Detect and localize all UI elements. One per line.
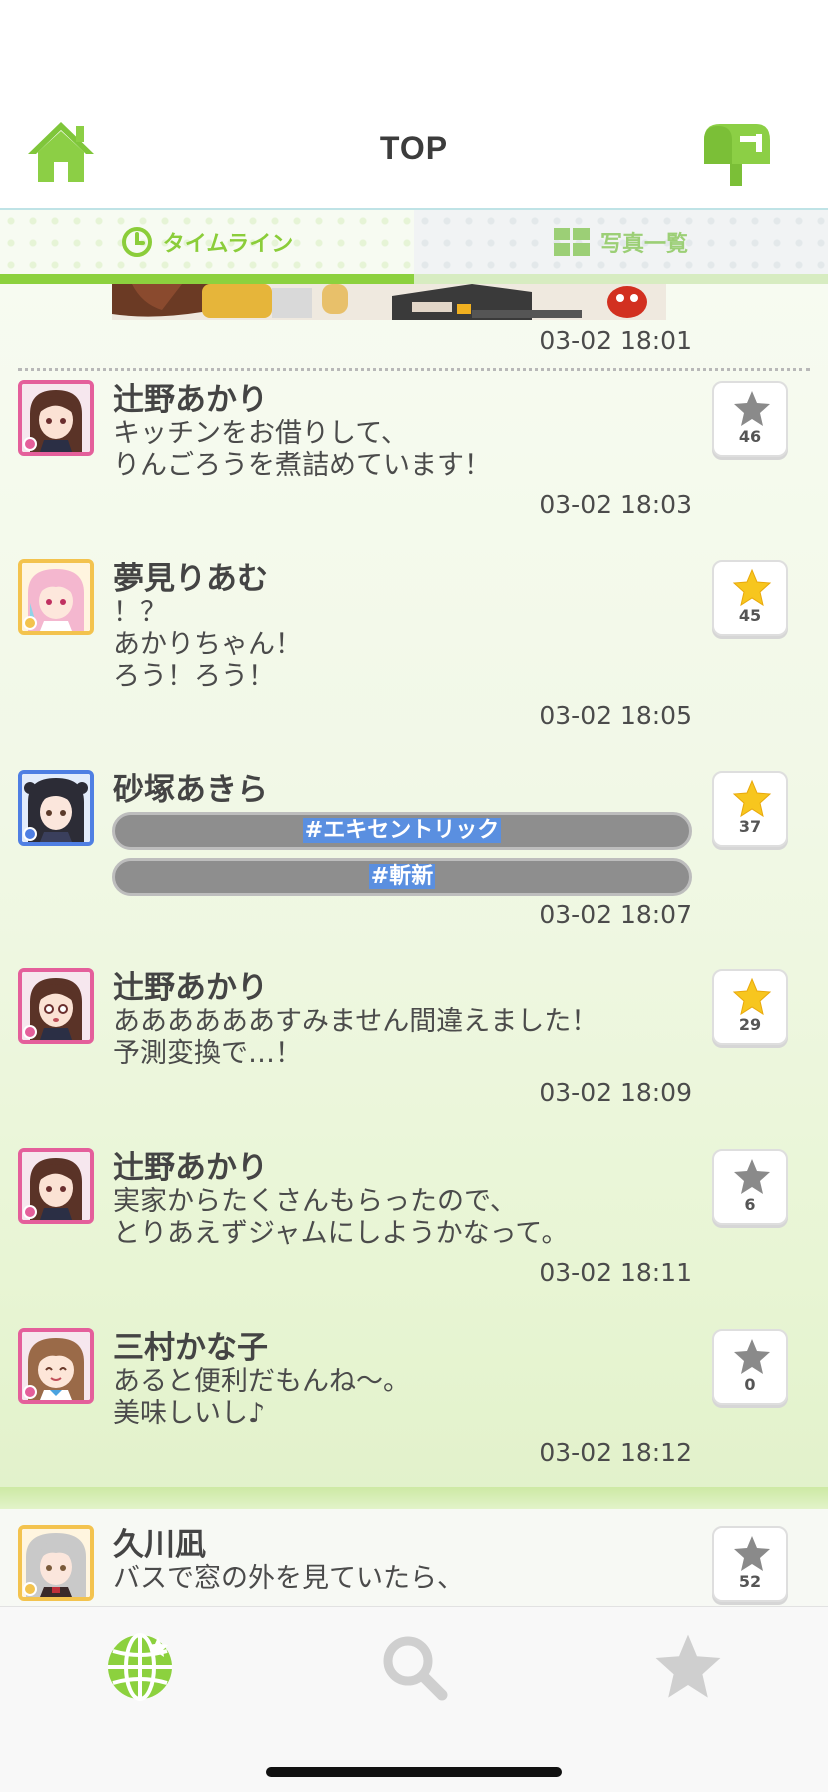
star-icon bbox=[732, 779, 772, 818]
favorite-button[interactable]: 0 bbox=[712, 1329, 788, 1405]
poster-name: 辻野あかり bbox=[113, 970, 268, 1006]
favorite-button[interactable]: 29 bbox=[712, 969, 788, 1045]
favorite-count: 46 bbox=[738, 427, 762, 446]
post-text: キッチンをお借りして、 りんごろうを煮詰めています！ bbox=[113, 418, 491, 481]
poster-name: 久川凪 bbox=[113, 1527, 206, 1563]
post-text: あると便利だもんね～。 美味しいし♪ bbox=[113, 1366, 410, 1429]
favorite-button[interactable]: 52 bbox=[712, 1526, 788, 1602]
bottom-tab-bar bbox=[0, 1606, 828, 1792]
favorite-count: 52 bbox=[738, 1572, 762, 1591]
tab-photos-label: 写真一覧 bbox=[599, 232, 688, 257]
poster-name: 砂塚あきら bbox=[113, 772, 268, 808]
star-icon bbox=[734, 1159, 770, 1194]
globe-icon bbox=[108, 1633, 172, 1701]
star-icon bbox=[732, 977, 772, 1016]
favorite-button[interactable]: 37 bbox=[712, 771, 788, 847]
rank-badge bbox=[23, 437, 37, 451]
avatar[interactable] bbox=[18, 968, 94, 1044]
favorite-count: 0 bbox=[744, 1375, 756, 1394]
post-timestamp: 03-02 18:05 bbox=[539, 701, 692, 730]
grid-icon bbox=[553, 228, 590, 256]
rank-badge bbox=[23, 616, 37, 630]
rank-badge bbox=[23, 1205, 37, 1219]
favorite-count: 37 bbox=[738, 817, 762, 836]
mailbox-button[interactable] bbox=[700, 120, 774, 188]
favorite-count: 29 bbox=[738, 1015, 762, 1034]
star-icon bbox=[655, 1634, 721, 1698]
tab-timeline[interactable]: タイムライン bbox=[0, 210, 414, 274]
tab-favorites[interactable] bbox=[652, 1631, 724, 1703]
post-photo[interactable] bbox=[112, 284, 666, 320]
favorite-button[interactable]: 46 bbox=[712, 381, 788, 457]
hashtag-chip[interactable]: #斬新 bbox=[112, 858, 692, 896]
timeline-feed[interactable]: 03-02 18:01 辻野あかり キッチンをお借りして、 りんごろうを煮詰めて… bbox=[0, 284, 828, 1606]
section-divider bbox=[18, 368, 810, 371]
tab-search[interactable] bbox=[378, 1631, 450, 1703]
star-icon bbox=[734, 1339, 770, 1374]
avatar[interactable] bbox=[18, 380, 94, 456]
post-timestamp: 03-02 18:12 bbox=[539, 1438, 692, 1467]
favorite-count: 6 bbox=[744, 1195, 756, 1214]
post-timestamp: 03-02 18:07 bbox=[539, 900, 692, 929]
poster-name: 辻野あかり bbox=[113, 1150, 268, 1186]
segment-tabs: タイムライン 写真一覧 bbox=[0, 210, 828, 284]
star-icon bbox=[732, 568, 772, 607]
post-timestamp: 03-02 18:09 bbox=[539, 1078, 692, 1107]
favorite-button[interactable]: 45 bbox=[712, 560, 788, 636]
poster-name: 辻野あかり bbox=[113, 382, 268, 418]
avatar[interactable] bbox=[18, 1328, 94, 1404]
avatar[interactable] bbox=[18, 1148, 94, 1224]
star-icon bbox=[734, 391, 770, 426]
home-indicator bbox=[266, 1767, 562, 1777]
favorite-button[interactable]: 6 bbox=[712, 1149, 788, 1225]
app-header: TOP bbox=[0, 0, 828, 210]
post-text: ああああああすみません間違えました！ 予測変換で…！ bbox=[113, 1006, 599, 1069]
rank-badge bbox=[23, 1025, 37, 1039]
rank-badge bbox=[23, 1385, 37, 1399]
clock-icon bbox=[121, 227, 152, 257]
rank-badge bbox=[23, 827, 37, 841]
active-tab-indicator bbox=[0, 274, 828, 284]
tab-photos[interactable]: 写真一覧 bbox=[414, 210, 828, 274]
tab-timeline-home[interactable] bbox=[104, 1631, 176, 1703]
star-icon bbox=[734, 1536, 770, 1571]
favorite-count: 45 bbox=[738, 606, 762, 625]
tab-timeline-label: タイムライン bbox=[162, 232, 294, 257]
avatar[interactable] bbox=[18, 770, 94, 846]
search-icon bbox=[383, 1636, 448, 1701]
post-text: バスで窓の外を見ていたら、 bbox=[113, 1563, 464, 1594]
avatar[interactable] bbox=[18, 559, 94, 635]
poster-name: 三村かな子 bbox=[113, 1330, 268, 1366]
post-timestamp: 03-02 18:03 bbox=[539, 490, 692, 519]
hashtag-chip[interactable]: #エキセントリック bbox=[112, 812, 692, 850]
post-text: ！？ あかりちゃん！ ろう！ろう！ bbox=[113, 597, 302, 692]
poster-name: 夢見りあむ bbox=[113, 561, 268, 597]
post-timestamp: 03-02 18:11 bbox=[539, 1258, 692, 1287]
post-timestamp: 03-02 18:01 bbox=[539, 326, 692, 355]
mailbox-icon bbox=[704, 124, 770, 186]
post-text: 実家からたくさんもらったので、 とりあえずジャムにしようかなって。 bbox=[113, 1186, 569, 1249]
section-band bbox=[0, 1487, 828, 1509]
avatar[interactable] bbox=[18, 1525, 94, 1601]
rank-badge bbox=[23, 1582, 37, 1596]
